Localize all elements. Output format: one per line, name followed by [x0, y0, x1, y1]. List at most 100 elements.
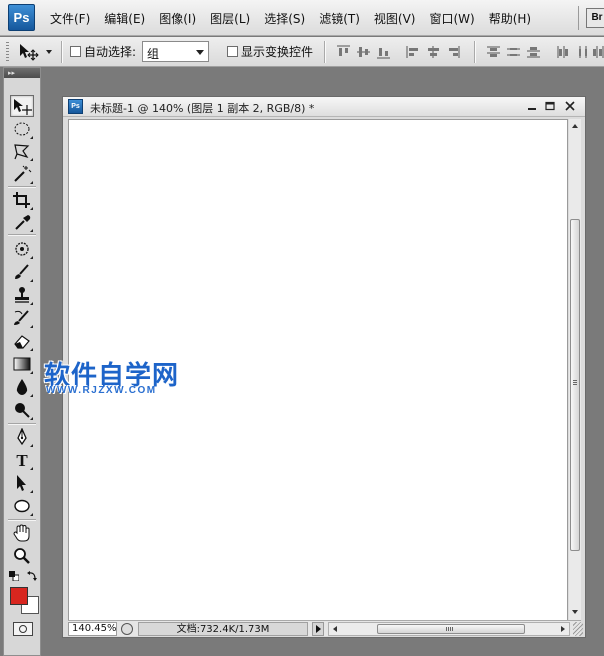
zoom-level-field[interactable]: 140.45%	[68, 622, 117, 636]
menu-filter[interactable]: 滤镜(T)	[319, 10, 360, 27]
clone-stamp-icon	[15, 287, 29, 303]
zoom-tool[interactable]	[10, 545, 34, 567]
menu-help[interactable]: 帮助(H)	[489, 10, 531, 27]
align-right-edges-icon[interactable]	[446, 45, 461, 59]
toolbox: ▸▸ T	[3, 67, 41, 656]
tool-flyout-indicator	[30, 256, 33, 259]
brush-icon	[15, 264, 29, 279]
tool-flyout-indicator	[30, 325, 33, 328]
type-tool[interactable]: T	[10, 449, 34, 471]
toolbox-header[interactable]: ▸▸	[4, 68, 40, 78]
minimize-icon[interactable]	[525, 100, 539, 113]
options-divider	[474, 41, 475, 63]
photoshop-logo: Ps	[8, 4, 35, 31]
auto-select-checkbox[interactable]	[70, 46, 81, 57]
align-bottom-edges-icon[interactable]	[376, 45, 391, 59]
auto-select-label: 自动选择:	[84, 45, 137, 59]
crop-tool[interactable]	[10, 189, 34, 211]
menu-divider	[578, 6, 579, 30]
horizontal-scroll-thumb[interactable]	[377, 624, 525, 634]
eyedropper-tool[interactable]	[10, 211, 34, 233]
tool-flyout-indicator	[30, 467, 33, 470]
healing-brush-tool[interactable]	[10, 238, 34, 260]
resize-grip[interactable]	[573, 622, 583, 636]
pen-tool[interactable]	[10, 426, 34, 448]
chevron-down-icon	[46, 50, 52, 54]
default-colors-icon[interactable]	[9, 571, 19, 581]
brush-tool[interactable]	[10, 261, 34, 283]
vertical-scroll-thumb[interactable]	[570, 219, 580, 551]
move-tool-icon	[20, 44, 39, 61]
maximize-icon[interactable]	[543, 100, 557, 113]
lasso-tool[interactable]	[10, 140, 34, 162]
bridge-button[interactable]: Br	[586, 8, 604, 28]
tool-flyout-indicator	[30, 394, 33, 397]
align-top-edges-icon[interactable]	[336, 45, 351, 59]
blur-tool[interactable]	[10, 376, 34, 398]
scroll-up-icon[interactable]	[572, 124, 578, 128]
swap-colors-icon[interactable]	[27, 570, 38, 581]
tool-flyout-indicator	[30, 302, 33, 305]
menu-select[interactable]: 选择(S)	[264, 10, 305, 27]
gradient-tool[interactable]	[10, 353, 34, 375]
scroll-down-icon[interactable]	[572, 610, 578, 614]
show-transform-checkbox[interactable]	[227, 46, 238, 57]
menu-layer[interactable]: 图层(L)	[210, 10, 250, 27]
distribute-horizontal-centers-icon[interactable]	[576, 45, 591, 59]
menu-image[interactable]: 图像(I)	[159, 10, 196, 27]
tool-flyout-indicator	[30, 181, 33, 184]
eraser-icon	[14, 335, 30, 349]
options-bar: 自动选择: 组 显示变换控件	[0, 37, 604, 67]
chevron-down-icon	[196, 50, 204, 55]
menu-window[interactable]: 窗口(W)	[429, 10, 474, 27]
tool-preset-picker[interactable]	[18, 41, 54, 63]
vertical-scrollbar[interactable]	[569, 119, 581, 621]
tool-flyout-indicator	[30, 136, 33, 139]
magic-wand-icon	[14, 165, 32, 182]
distribute-vertical-centers-icon[interactable]	[506, 45, 521, 59]
align-horizontal-centers-icon[interactable]	[426, 45, 441, 59]
status-info-icon[interactable]	[121, 623, 133, 635]
scroll-right-icon[interactable]	[561, 626, 565, 632]
elliptical-marquee-icon	[14, 122, 30, 136]
spot-healing-icon	[15, 242, 29, 256]
status-menu-arrow-icon[interactable]	[312, 622, 324, 636]
scroll-left-icon[interactable]	[333, 626, 337, 632]
polygonal-lasso-icon	[14, 144, 30, 160]
horizontal-scrollbar[interactable]	[328, 622, 570, 636]
path-selection-tool[interactable]	[10, 472, 34, 494]
pen-icon	[17, 428, 27, 446]
hand-tool[interactable]	[10, 522, 34, 544]
distribute-left-edges-icon[interactable]	[556, 45, 571, 59]
auto-select-dropdown[interactable]: 组	[142, 41, 209, 62]
foreground-color-swatch[interactable]	[10, 587, 28, 605]
dodge-tool[interactable]	[10, 399, 34, 421]
history-brush-icon	[14, 310, 29, 325]
distribute-top-edges-icon[interactable]	[486, 45, 501, 59]
tool-flyout-indicator	[30, 158, 33, 161]
magic-wand-tool[interactable]	[10, 163, 34, 185]
align-left-edges-icon[interactable]	[406, 45, 421, 59]
marquee-tool[interactable]	[10, 118, 34, 140]
menu-edit[interactable]: 编辑(E)	[104, 10, 145, 27]
options-bar-grip[interactable]	[6, 42, 9, 62]
eraser-tool[interactable]	[10, 330, 34, 352]
show-transform-label: 显示变换控件	[241, 45, 314, 59]
close-icon[interactable]	[563, 100, 577, 113]
tool-flyout-indicator	[30, 348, 33, 351]
menu-view[interactable]: 视图(V)	[374, 10, 416, 27]
distribute-bottom-edges-icon[interactable]	[526, 45, 541, 59]
photoshop-document-icon: Ps	[68, 99, 83, 114]
tool-flyout-indicator	[30, 513, 33, 516]
quick-mask-button[interactable]	[13, 622, 33, 636]
clone-stamp-tool[interactable]	[10, 284, 34, 306]
document-titlebar[interactable]: Ps 未标题-1 @ 140% (图层 1 副本 2, RGB/8) *	[63, 97, 585, 117]
shape-tool[interactable]	[10, 495, 34, 517]
move-tool[interactable]	[10, 95, 34, 117]
tool-flyout-indicator	[30, 417, 33, 420]
history-brush-tool[interactable]	[10, 307, 34, 329]
menu-file[interactable]: 文件(F)	[50, 10, 90, 27]
align-vertical-centers-icon[interactable]	[356, 45, 371, 59]
toolbox-divider	[8, 234, 36, 235]
distribute-right-edges-icon[interactable]	[592, 45, 604, 59]
